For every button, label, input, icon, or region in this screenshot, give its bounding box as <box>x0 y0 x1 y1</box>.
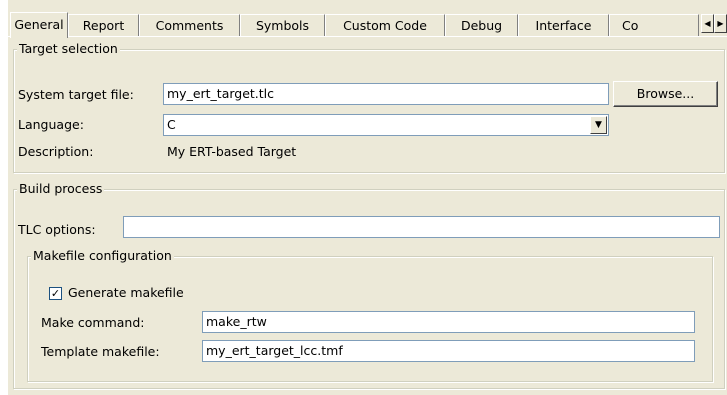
template-makefile-input[interactable]: my_ert_target_lcc.tmf <box>202 340 695 362</box>
configuration-panel: General Report Comments Symbols Custom C… <box>8 0 727 395</box>
make-command-label: Make command: <box>41 315 145 330</box>
tlc-options-input[interactable] <box>123 216 720 238</box>
tab-symbols[interactable]: Symbols <box>240 14 325 36</box>
build-process-title: Build process <box>17 181 105 197</box>
makefile-configuration-group: Makefile configuration ✓ Generate makefi… <box>27 248 713 382</box>
tlc-options-label: TLC options: <box>18 222 96 237</box>
tab-custom-code[interactable]: Custom Code <box>325 14 445 36</box>
make-command-input[interactable]: make_rtw <box>202 311 695 333</box>
tab-interface[interactable]: Interface <box>518 14 609 36</box>
generate-makefile-label: Generate makefile <box>68 285 184 300</box>
dropdown-arrow-icon[interactable]: ▼ <box>590 116 607 134</box>
language-selected-value: C <box>167 117 176 132</box>
system-target-file-input[interactable]: my_ert_target.tlc <box>163 83 609 105</box>
makefile-configuration-title: Makefile configuration <box>31 248 174 264</box>
target-selection-title: Target selection <box>17 41 120 57</box>
arrow-right-icon[interactable]: ▶ <box>714 14 727 33</box>
build-process-group: Build process TLC options: Makefile conf… <box>13 181 725 389</box>
tab-code-generation-partial[interactable]: Co <box>609 14 699 36</box>
tab-debug[interactable]: Debug <box>445 14 518 36</box>
tab-report[interactable]: Report <box>68 14 139 36</box>
browse-button[interactable]: Browse... <box>613 81 718 107</box>
tab-comments[interactable]: Comments <box>139 14 240 36</box>
arrow-left-icon[interactable]: ◀ <box>701 14 714 33</box>
language-select[interactable]: C ▼ <box>163 114 609 136</box>
tab-general[interactable]: General <box>10 12 68 38</box>
tab-baseline <box>8 36 727 37</box>
language-label: Language: <box>18 117 84 132</box>
description-label: Description: <box>18 144 94 159</box>
target-selection-group: Target selection System target file: my_… <box>13 41 725 173</box>
template-makefile-label: Template makefile: <box>41 344 160 359</box>
generate-makefile-checkbox[interactable]: ✓ <box>49 287 62 300</box>
system-target-file-label: System target file: <box>18 87 134 102</box>
description-value: My ERT-based Target <box>167 144 297 159</box>
tab-strip: General Report Comments Symbols Custom C… <box>8 12 727 38</box>
